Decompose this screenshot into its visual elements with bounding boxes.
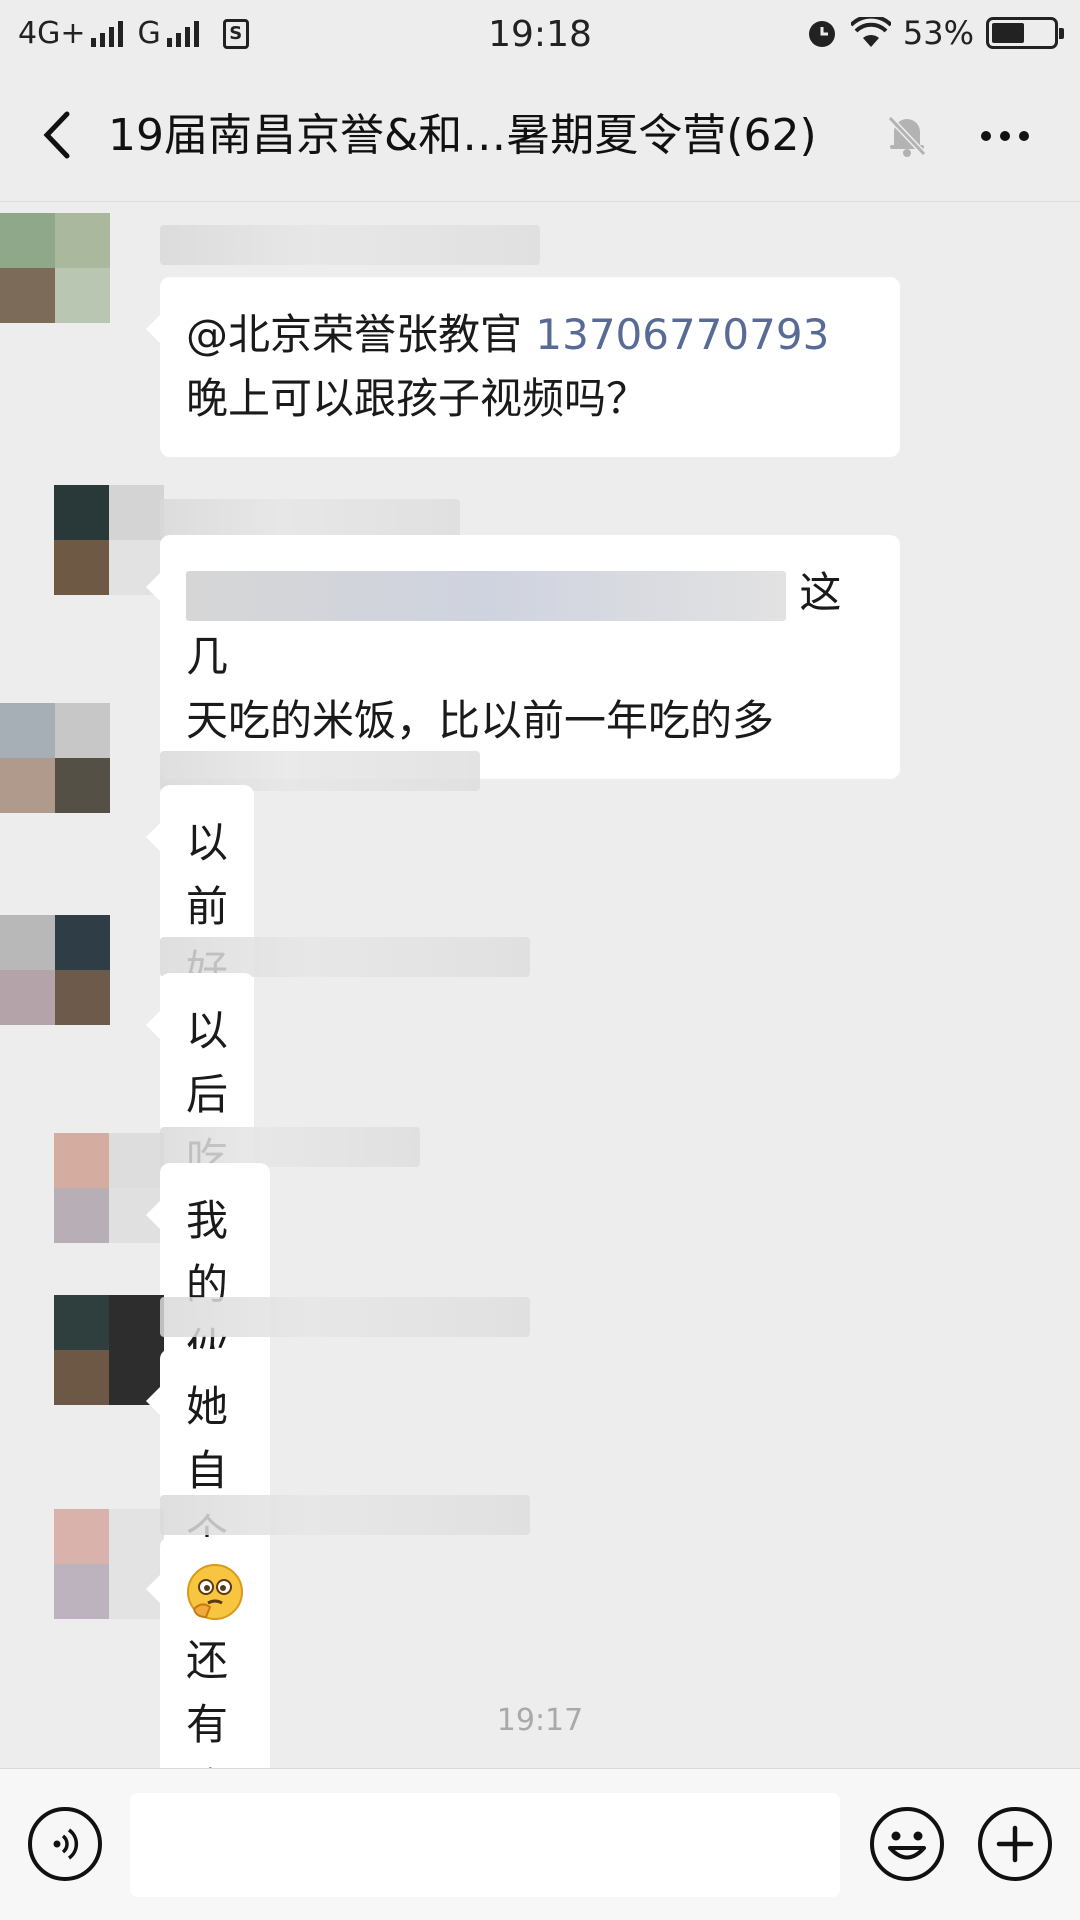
status-bar: 4G+ G S 19:18 53% (0, 0, 1080, 72)
status-right: 53% (805, 14, 1064, 52)
nav-bar: 19届南昌京誉&和…暑期夏令营(62) (0, 72, 1080, 202)
voice-button[interactable] (28, 1807, 102, 1881)
mention-phone[interactable]: 13706770793 (535, 310, 829, 359)
battery-icon (986, 17, 1064, 49)
chat-screen: 4G+ G S 19:18 53% 19届南昌京誉&和…暑期夏令营(62) @北… (0, 0, 1080, 1920)
message-text: 晚上可以跟孩子视频吗？ (186, 374, 649, 423)
wifi-icon (850, 17, 891, 47)
sender-name (160, 937, 530, 977)
chevron-left-icon (43, 111, 70, 159)
mention-name[interactable]: @北京荣誉张教官 (186, 310, 522, 359)
alarm-icon (808, 21, 835, 47)
thinking-emoji-icon (187, 1564, 243, 1620)
back-button[interactable] (22, 100, 92, 170)
bell-muted-icon (887, 115, 927, 157)
timestamp-divider: 19:17 (496, 1703, 584, 1738)
battery-percent: 53% (902, 14, 974, 52)
group-title: 19届南昌京誉&和…暑期夏令营(62) (108, 110, 817, 161)
message-bubble[interactable]: 这几 天吃的米饭，比以前一年吃的多 (146, 535, 900, 779)
sender-name (160, 499, 460, 539)
avatar[interactable] (0, 915, 110, 1025)
avatar[interactable] (0, 213, 110, 323)
message-text: 天吃的米饭，比以前一年吃的多 (186, 696, 775, 745)
input-bar (0, 1768, 1080, 1920)
emoji-button[interactable] (870, 1807, 944, 1881)
sender-name (160, 1297, 530, 1337)
sender-name (160, 225, 540, 265)
more-button[interactable] (972, 106, 1038, 166)
sender-name (160, 1127, 420, 1167)
chat-message-list[interactable]: @北京荣誉张教官 13706770793 晚上可以跟孩子视频吗？ 这几 天吃的米… (0, 203, 1080, 1768)
message-input[interactable] (130, 1793, 840, 1897)
message-bubble[interactable]: @北京荣誉张教官 13706770793 晚上可以跟孩子视频吗？ (146, 277, 900, 457)
voice-icon (53, 1828, 79, 1860)
smiley-icon (888, 1831, 926, 1860)
sender-name (160, 1495, 530, 1535)
avatar[interactable] (0, 703, 110, 813)
plus-button[interactable] (978, 1807, 1052, 1881)
redacted-mention (186, 570, 786, 621)
message-text: 还有这技能 (186, 1636, 229, 1768)
more-dots-icon (981, 131, 1029, 141)
plus-icon (996, 1825, 1034, 1863)
